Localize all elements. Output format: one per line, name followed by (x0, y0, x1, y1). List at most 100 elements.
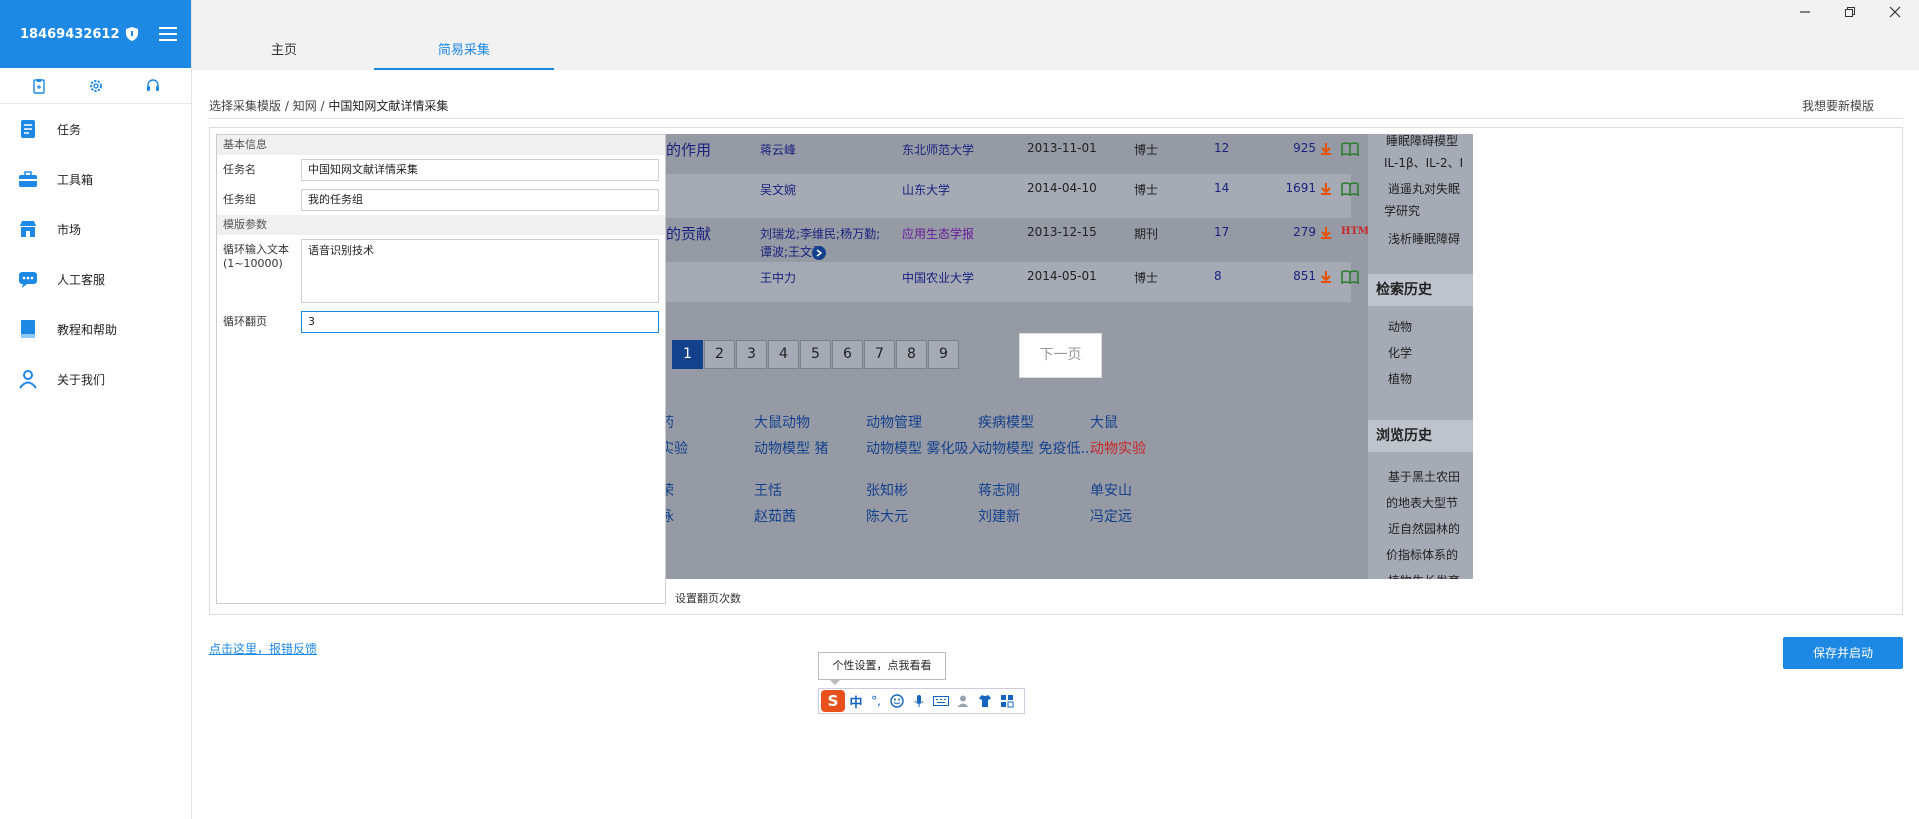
browse-history-item[interactable]: 价指标体系的 (1378, 546, 1458, 563)
browse-history-item[interactable]: 近自然园林的 (1378, 520, 1460, 537)
result-source[interactable]: 东北师范大学 (902, 141, 974, 158)
result-cite-count[interactable]: 8 (1214, 269, 1222, 283)
ime-language-toggle[interactable]: 中 (847, 690, 865, 712)
restore-icon[interactable] (1840, 2, 1860, 22)
read-online-book-icon[interactable] (1341, 142, 1359, 157)
browse-history-item[interactable]: 基于黑土农田 (1378, 468, 1460, 485)
browse-history-item[interactable]: 的地表大型节 (1378, 494, 1458, 511)
related-keyword[interactable]: 动物模型 免疫低... (978, 438, 1094, 458)
related-author[interactable]: 赵茹茜 (754, 506, 796, 526)
download-icon[interactable] (1319, 182, 1331, 195)
related-keyword[interactable]: 大鼠 (1090, 412, 1118, 432)
result-author[interactable]: 王中力 (760, 269, 796, 286)
page-7-button[interactable]: 7 (864, 340, 895, 369)
next-page-highlight[interactable]: 下一页 (1019, 333, 1102, 378)
user-icon[interactable] (953, 690, 973, 712)
download-icon[interactable] (1319, 226, 1331, 239)
minimize-icon[interactable] (1795, 2, 1815, 22)
related-keyword[interactable]: 药 (666, 412, 674, 432)
tab-home[interactable]: 主页 (194, 40, 374, 70)
result-download-count[interactable]: 1691 (1266, 181, 1316, 195)
search-history-item[interactable]: 植物 (1378, 370, 1412, 387)
close-icon[interactable] (1885, 2, 1905, 22)
breadcrumb-select-template[interactable]: 选择采集模版 (209, 99, 281, 113)
result-author[interactable]: 刘瑞龙;李维民;杨万勤; (760, 225, 880, 242)
toolbox-grid-icon[interactable] (997, 690, 1017, 712)
related-article[interactable]: 逍遥丸对失眠 (1378, 180, 1460, 197)
result-cite-count[interactable]: 12 (1214, 141, 1229, 155)
related-keyword[interactable]: 动物模型 猪 (754, 438, 828, 458)
related-author[interactable]: 荣 (666, 480, 674, 500)
related-keyword[interactable]: 动物实验 (1090, 438, 1146, 458)
related-author[interactable]: 冯定远 (1090, 506, 1132, 526)
breadcrumb-cnki[interactable]: 知网 (293, 99, 317, 113)
result-title[interactable]: 的作用 (666, 139, 711, 160)
related-author[interactable]: 刘建新 (978, 506, 1020, 526)
page-1-button[interactable]: 1 (672, 340, 703, 369)
result-source[interactable]: 中国农业大学 (902, 269, 974, 286)
related-keyword[interactable]: 实验 (666, 438, 688, 458)
tab-simple-collect[interactable]: 简易采集 (374, 40, 554, 70)
menu-toggle-icon[interactable] (159, 27, 177, 41)
search-history-item[interactable]: 化学 (1378, 344, 1412, 361)
settings-gear-icon[interactable] (88, 78, 104, 94)
loop-page-input[interactable]: 3 (301, 311, 659, 333)
result-title[interactable]: 的贡献 (666, 223, 711, 244)
page-2-button[interactable]: 2 (704, 340, 735, 369)
page-9-button[interactable]: 9 (928, 340, 959, 369)
download-icon[interactable] (1319, 270, 1331, 283)
download-icon[interactable] (1319, 142, 1331, 155)
headset-icon[interactable] (145, 78, 161, 94)
related-keyword[interactable]: 大鼠动物 (754, 412, 810, 432)
related-article[interactable]: IL-1β、IL-2、I (1376, 154, 1463, 171)
page-5-button[interactable]: 5 (800, 340, 831, 369)
result-download-count[interactable]: 925 (1266, 141, 1316, 155)
result-author[interactable]: 蒋云峰 (760, 141, 796, 158)
emoji-icon[interactable] (887, 690, 907, 712)
microphone-icon[interactable] (909, 690, 929, 712)
related-author[interactable]: 王恬 (754, 480, 782, 500)
loop-text-textarea[interactable]: 语音识别技术 (301, 239, 659, 303)
sidebar-item-toolbox[interactable]: 工具箱 (0, 154, 191, 204)
search-history-item[interactable]: 动物 (1378, 318, 1412, 335)
page-4-button[interactable]: 4 (768, 340, 799, 369)
result-cite-count[interactable]: 17 (1214, 225, 1229, 239)
sidebar-item-book[interactable]: 教程和帮助 (0, 304, 191, 354)
feedback-link[interactable]: 点击这里，报错反馈 (209, 640, 317, 657)
keyboard-icon[interactable] (931, 690, 951, 712)
ime-punctuation-toggle[interactable]: °, (867, 690, 885, 712)
browse-history-item[interactable]: 植物生长发育 (1378, 572, 1460, 579)
related-author[interactable]: 泳 (666, 506, 674, 526)
related-keyword[interactable]: 疾病模型 (978, 412, 1034, 432)
page-6-button[interactable]: 6 (832, 340, 863, 369)
sidebar-item-market[interactable]: 市场 (0, 204, 191, 254)
page-3-button[interactable]: 3 (736, 340, 767, 369)
save-and-start-button[interactable]: 保存并启动 (1783, 637, 1903, 669)
related-author[interactable]: 陈大元 (866, 506, 908, 526)
related-article[interactable]: 睡眠障碍模型 (1378, 134, 1458, 149)
related-article[interactable]: 浅析睡眠障碍 (1378, 230, 1460, 247)
read-online-book-icon[interactable] (1341, 270, 1359, 285)
result-cite-count[interactable]: 14 (1214, 181, 1229, 195)
sidebar-item-chat[interactable]: 人工客服 (0, 254, 191, 304)
page-8-button[interactable]: 8 (896, 340, 927, 369)
read-online-book-icon[interactable] (1341, 182, 1359, 197)
result-download-count[interactable]: 851 (1266, 269, 1316, 283)
result-author[interactable]: 吴文婉 (760, 181, 796, 198)
related-author[interactable]: 蒋志刚 (978, 480, 1020, 500)
task-group-select[interactable]: 我的任务组 (301, 189, 659, 211)
sogou-logo-icon[interactable]: S (821, 690, 845, 712)
skin-shirt-icon[interactable] (975, 690, 995, 712)
result-source[interactable]: 山东大学 (902, 181, 950, 198)
task-name-input[interactable]: 中国知网文献详情采集 (301, 159, 659, 181)
related-author[interactable]: 单安山 (1090, 480, 1132, 500)
sidebar-item-person[interactable]: 关于我们 (0, 354, 191, 404)
related-article[interactable]: 学研究 (1376, 202, 1420, 219)
related-keyword[interactable]: 动物模型 雾化吸入 (866, 438, 982, 458)
result-download-count[interactable]: 279 (1266, 225, 1316, 239)
request-new-template-link[interactable]: 我想要新模版 (1802, 97, 1874, 114)
sidebar-item-task[interactable]: 任务 (0, 104, 191, 154)
related-author[interactable]: 张知彬 (866, 480, 908, 500)
clipboard-icon[interactable] (31, 78, 47, 94)
result-source[interactable]: 应用生态学报 (902, 225, 974, 242)
